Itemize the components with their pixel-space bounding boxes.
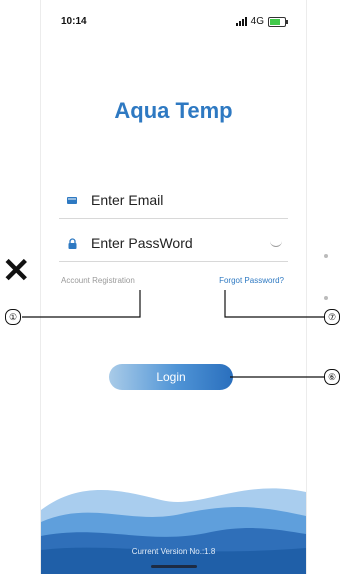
app-title: Aqua Temp	[114, 98, 233, 123]
edge-dot-icon	[324, 296, 328, 300]
email-icon	[65, 196, 79, 204]
callout-6: ⑥	[324, 369, 340, 385]
password-visibility-icon[interactable]	[270, 240, 282, 247]
forgot-password-link[interactable]: Forgot Password?	[219, 276, 284, 285]
version-label: Current Version No.:1.8	[131, 547, 216, 556]
edge-dot-icon	[324, 254, 328, 258]
network-type: 4G	[250, 16, 264, 27]
account-registration-link[interactable]: Account Registration	[61, 276, 135, 285]
close-x-icon: ✕	[2, 252, 31, 290]
home-indicator	[151, 565, 197, 568]
email-input[interactable]	[89, 191, 243, 209]
password-input[interactable]	[89, 234, 243, 252]
lock-icon	[65, 237, 79, 249]
battery-icon	[268, 16, 288, 27]
status-indicators: 4G	[235, 16, 288, 27]
callout-7: ⑦	[324, 309, 340, 325]
wave-background	[41, 488, 306, 574]
email-field	[59, 182, 288, 219]
signal-icon	[235, 17, 247, 26]
status-time: 10:14	[61, 16, 87, 27]
callout-1: ①	[5, 309, 21, 325]
phone-screen: 10:14 4G Aqua Temp Account Registration …	[40, 0, 307, 574]
login-button[interactable]: Login	[109, 364, 233, 390]
status-bar: 10:14 4G	[55, 14, 292, 30]
password-field	[59, 225, 288, 262]
